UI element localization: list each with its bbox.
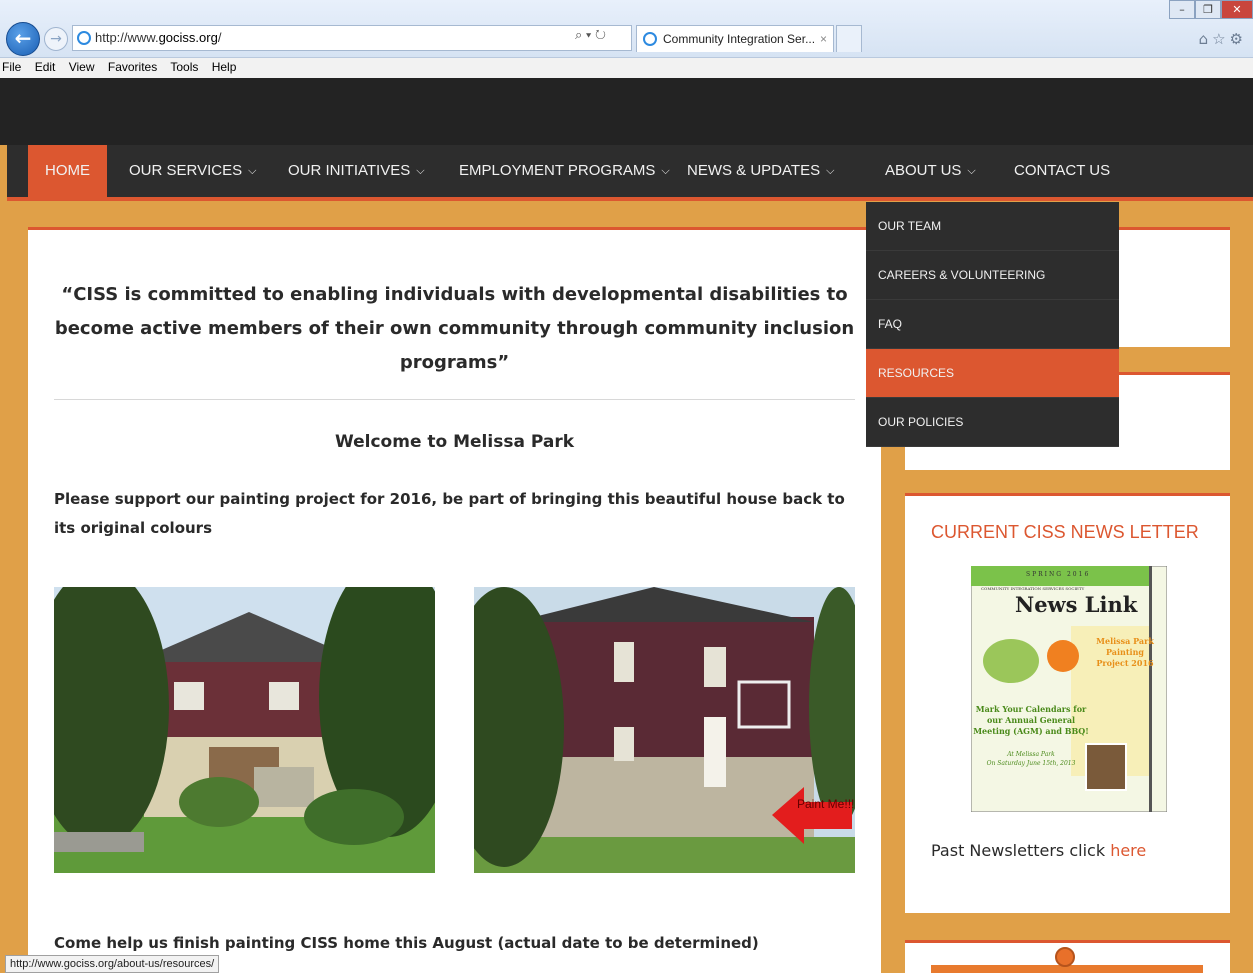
nav-news-updates-label: NEWS & UPDATES <box>687 162 821 179</box>
tab-community-integration[interactable]: Community Integration Ser... × <box>636 25 834 52</box>
past-newsletters-link[interactable]: here <box>1110 841 1146 860</box>
nav-contact-us[interactable]: CONTACT US <box>1014 145 1110 197</box>
nav-contact-us-label: CONTACT US <box>1014 162 1111 179</box>
search-refresh-icon[interactable]: ⌕ ▾ ↻ <box>575 27 606 43</box>
pin-icon <box>1055 947 1075 967</box>
come-help-text: Come help us finish painting CISS home t… <box>54 934 759 952</box>
nav-our-initiatives-label: OUR INITIATIVES <box>288 162 411 179</box>
chevron-down-icon: ⌵ <box>416 165 425 177</box>
main-navigation: HOME OUR SERVICES ⌵ OUR INITIATIVES ⌵ EMPL… <box>7 145 1253 201</box>
about-us-dropdown: OUR TEAM CAREERS & VOLUNTEERING FAQ RESO… <box>866 202 1119 447</box>
tab-close-icon[interactable]: × <box>820 26 827 52</box>
newsletter-title: CURRENT CISS NEWS LETTER <box>931 522 1199 542</box>
url-prefix: http://www. <box>95 30 159 45</box>
newsletter-location: At Melissa Park <box>1007 751 1055 758</box>
url-domain: gociss.org <box>158 30 218 45</box>
dropdown-careers-volunteering[interactable]: CAREERS & VOLUNTEERING <box>866 251 1119 300</box>
status-bar-url: http://www.gociss.org/about-us/resources… <box>5 955 220 973</box>
past-newsletters-text: Past Newsletters click <box>931 841 1111 860</box>
newsletter-date: On Saturday June 15th, 2013 <box>986 760 1076 767</box>
newsletter-cover[interactable]: SPRING 2016 COMMUNITY INTEGRATION SERVIC… <box>970 565 1168 813</box>
close-window-icon[interactable]: ✕ <box>1221 0 1253 19</box>
house-front-photo <box>54 587 435 873</box>
paint-me-label: Paint Me!!! <box>797 797 855 811</box>
dropdown-our-team[interactable]: OUR TEAM <box>866 202 1119 251</box>
house-side-photo: Paint Me!!! <box>474 587 855 873</box>
sidebar-widget-4 <box>905 940 1230 973</box>
minimize-icon[interactable]: – <box>1169 0 1195 19</box>
maximize-icon[interactable]: ❐ <box>1195 0 1221 19</box>
nav-news-updates[interactable]: NEWS & UPDATES ⌵ <box>687 145 834 197</box>
nav-home[interactable]: HOME <box>28 145 107 197</box>
browser-menubar: File Edit View Favorites Tools Help <box>0 58 1253 78</box>
back-arrow-icon[interactable]: ← <box>6 22 40 56</box>
nav-our-initiatives[interactable]: OUR INITIATIVES ⌵ <box>288 145 425 197</box>
support-text: Please support our painting project for … <box>54 490 845 537</box>
newsletter-side-title: Melissa Park Painting Project 2016 <box>1096 636 1154 668</box>
nav-our-services-label: OUR SERVICES <box>129 162 243 179</box>
window-controls: – ❐ ✕ <box>1169 0 1253 20</box>
welcome-heading: Welcome to Melissa Park <box>334 432 575 452</box>
divider <box>54 399 855 400</box>
menu-edit[interactable]: Edit <box>35 60 56 74</box>
ie-tab-icon <box>643 32 657 46</box>
menu-favorites[interactable]: Favorites <box>108 60 157 74</box>
nav-employment-programs[interactable]: EMPLOYMENT PROGRAMS ⌵ <box>459 145 670 197</box>
tab-title: Community Integration Ser... <box>663 32 816 46</box>
site-header <box>0 78 1253 145</box>
browser-toolbar: ← → http://www.gociss.org/ ⌕ ▾ ↻ Communi… <box>0 0 1253 58</box>
dropdown-our-policies[interactable]: OUR POLICIES <box>866 398 1119 447</box>
nav-employment-programs-label: EMPLOYMENT PROGRAMS <box>459 162 656 179</box>
newsletter-headline: Mark Your Calendars for our Annual Gener… <box>973 704 1089 736</box>
nav-about-us[interactable]: ABOUT US ⌵ <box>885 145 976 197</box>
chevron-down-icon: ⌵ <box>661 165 670 177</box>
new-tab-button[interactable] <box>836 25 862 52</box>
menu-help[interactable]: Help <box>212 60 237 74</box>
url-suffix: / <box>217 30 222 45</box>
past-newsletters: Past Newsletters click here <box>931 841 1146 860</box>
ie-page-icon <box>77 31 91 45</box>
menu-view[interactable]: View <box>69 60 95 74</box>
home-favorites-settings-icons[interactable]: ⌂☆⚙ <box>1199 30 1247 48</box>
mission-quote: “CISS is committed to enabling individua… <box>54 284 855 373</box>
address-bar[interactable]: http://www.gociss.org/ <box>72 25 632 51</box>
menu-file[interactable]: File <box>2 60 21 74</box>
menu-tools[interactable]: Tools <box>170 60 198 74</box>
dropdown-faq[interactable]: FAQ <box>866 300 1119 349</box>
newsletter-title-text: News Link <box>1015 592 1138 617</box>
nav-our-services[interactable]: OUR SERVICES ⌵ <box>129 145 256 197</box>
newsletter-society: COMMUNITY INTEGRATION SERVICES SOCIETY <box>981 586 1085 591</box>
main-content: “CISS is committed to enabling individua… <box>28 227 881 973</box>
dropdown-resources[interactable]: RESOURCES <box>866 349 1119 398</box>
forward-arrow-icon[interactable]: → <box>44 27 68 51</box>
chevron-down-icon: ⌵ <box>967 165 976 177</box>
browser-chrome: ← → http://www.gociss.org/ ⌕ ▾ ↻ Communi… <box>0 0 1253 78</box>
nav-home-label: HOME <box>45 162 90 179</box>
sidebar-newsletter-widget: CURRENT CISS NEWS LETTER SPRING 2016 COM… <box>905 493 1230 913</box>
nav-about-us-label: ABOUT US <box>885 162 962 179</box>
chevron-down-icon: ⌵ <box>248 165 257 177</box>
chevron-down-icon: ⌵ <box>826 165 835 177</box>
newsletter-season: SPRING 2016 <box>1026 571 1091 578</box>
